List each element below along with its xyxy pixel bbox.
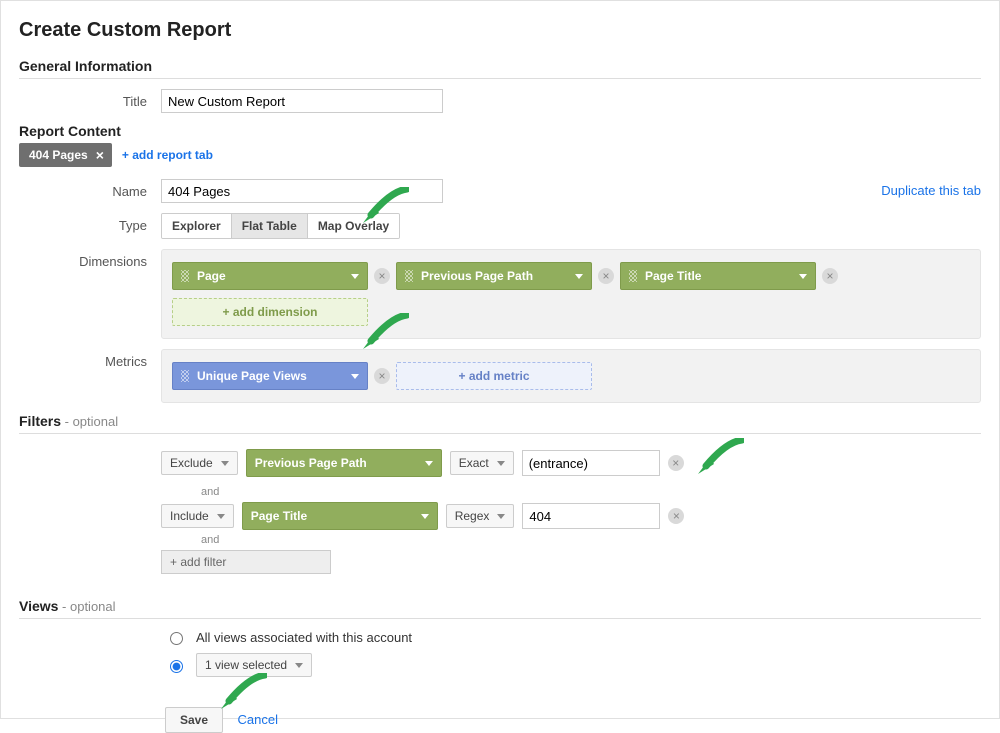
add-filter[interactable]: + add filter (161, 550, 331, 574)
grip-icon (629, 270, 637, 282)
report-tab-label: 404 Pages (29, 148, 88, 162)
remove-filter-icon[interactable]: × (668, 508, 684, 524)
grip-icon (181, 270, 189, 282)
arrow-icon (696, 438, 744, 476)
type-map-overlay[interactable]: Map Overlay (308, 214, 399, 238)
label-title: Title (19, 89, 161, 109)
chevron-down-icon (497, 514, 505, 519)
add-metric[interactable]: + add metric (396, 362, 592, 390)
chevron-down-icon (351, 274, 359, 279)
filter-mode-select[interactable]: Exclude (161, 451, 238, 475)
section-views: Views - optional (19, 598, 981, 614)
chevron-down-icon (221, 461, 229, 466)
add-report-tab[interactable]: + add report tab (122, 148, 213, 162)
dimension-label: Page Title (645, 269, 701, 283)
remove-dimension-icon[interactable]: × (822, 268, 838, 284)
chevron-down-icon (425, 461, 433, 466)
remove-dimension-icon[interactable]: × (374, 268, 390, 284)
dimension-label: Page (197, 269, 226, 283)
views-selected-radio[interactable] (170, 660, 183, 673)
filter-field-label: Previous Page Path (255, 456, 367, 470)
divider (19, 78, 981, 79)
cancel-link[interactable]: Cancel (237, 712, 277, 727)
filter-match-select[interactable]: Exact (450, 451, 514, 475)
grip-icon (181, 370, 189, 382)
label-dimensions: Dimensions (19, 249, 161, 269)
remove-metric-icon[interactable]: × (374, 368, 390, 384)
dimensions-panel: Page × Previous Page Path × Page Title (161, 249, 981, 339)
section-content: Report Content (19, 123, 981, 139)
title-input[interactable] (161, 89, 443, 113)
page-title: Create Custom Report (19, 19, 981, 42)
dimension-pill[interactable]: Page Title (620, 262, 816, 290)
chevron-down-icon (351, 374, 359, 379)
metric-label: Unique Page Views (197, 369, 307, 383)
metric-pill[interactable]: Unique Page Views (172, 362, 368, 390)
add-dimension[interactable]: + add dimension (172, 298, 368, 326)
chevron-down-icon (295, 663, 303, 668)
filter-value-input[interactable] (522, 503, 660, 529)
filter-value-input[interactable] (522, 450, 660, 476)
chevron-down-icon (217, 514, 225, 519)
filter-field-pill[interactable]: Page Title (242, 502, 438, 530)
divider (19, 618, 981, 619)
type-toggle: Explorer Flat Table Map Overlay (161, 213, 400, 239)
and-label: and (201, 486, 981, 498)
dimension-pill[interactable]: Page (172, 262, 368, 290)
grip-icon (405, 270, 413, 282)
close-icon[interactable]: × (96, 148, 104, 162)
chevron-down-icon (421, 514, 429, 519)
remove-dimension-icon[interactable]: × (598, 268, 614, 284)
metrics-panel: Unique Page Views × + add metric (161, 349, 981, 403)
label-name: Name (19, 179, 161, 199)
filter-match-select[interactable]: Regex (446, 504, 515, 528)
views-all-label: All views associated with this account (196, 630, 412, 645)
section-general: General Information (19, 58, 981, 74)
dimension-pill[interactable]: Previous Page Path (396, 262, 592, 290)
type-explorer[interactable]: Explorer (162, 214, 232, 238)
label-type: Type (19, 213, 161, 233)
chevron-down-icon (575, 274, 583, 279)
filter-field-label: Page Title (251, 509, 307, 523)
views-selected-dropdown[interactable]: 1 view selected (196, 653, 312, 677)
remove-filter-icon[interactable]: × (668, 455, 684, 471)
chevron-down-icon (799, 274, 807, 279)
chevron-down-icon (497, 461, 505, 466)
duplicate-tab-link[interactable]: Duplicate this tab (881, 183, 981, 198)
filter-mode-select[interactable]: Include (161, 504, 234, 528)
arrow-icon (219, 673, 267, 711)
filter-field-pill[interactable]: Previous Page Path (246, 449, 442, 477)
views-all-radio[interactable] (170, 632, 183, 645)
and-label: and (201, 534, 981, 546)
report-tab[interactable]: 404 Pages × (19, 143, 112, 167)
section-filters: Filters - optional (19, 413, 981, 429)
dimension-label: Previous Page Path (421, 269, 533, 283)
label-metrics: Metrics (19, 349, 161, 369)
type-flat-table[interactable]: Flat Table (232, 214, 308, 238)
name-input[interactable] (161, 179, 443, 203)
save-button[interactable]: Save (165, 707, 223, 733)
divider (19, 433, 981, 434)
